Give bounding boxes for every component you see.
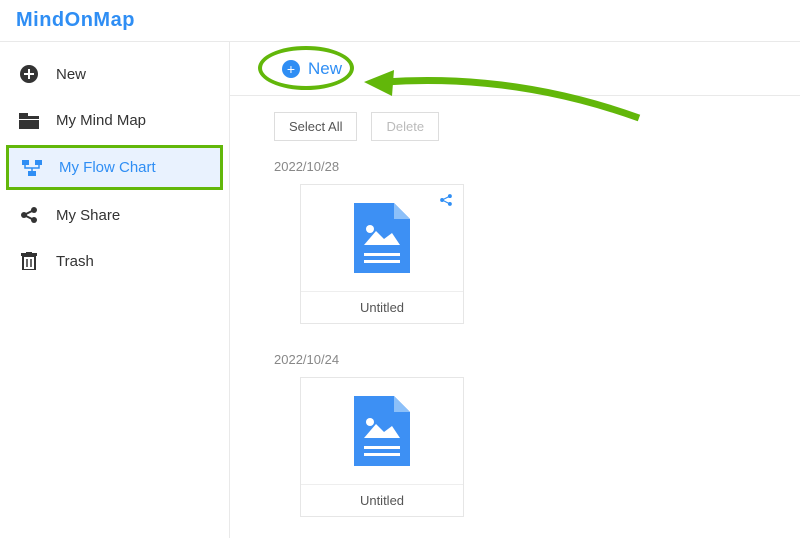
sidebar-item-flowchart[interactable]: My Flow Chart: [6, 145, 223, 190]
sidebar: New My Mind Map My Flow Chart My Share T: [0, 42, 230, 538]
main-top-bar: + New: [230, 42, 800, 96]
sidebar-item-mindmap[interactable]: My Mind Map: [0, 98, 229, 143]
app-header: MindOnMap: [0, 0, 800, 42]
trash-icon: [18, 252, 40, 270]
toolbar: Select All Delete: [230, 96, 800, 155]
file-card[interactable]: Untitled: [300, 377, 464, 517]
card-thumb: [301, 185, 463, 291]
document-icon: [354, 396, 410, 466]
sidebar-item-label: My Flow Chart: [59, 159, 156, 176]
card-row: Untitled: [230, 184, 800, 348]
app-layout: New My Mind Map My Flow Chart My Share T: [0, 42, 800, 538]
new-button[interactable]: + New: [274, 55, 350, 83]
card-title: Untitled: [301, 484, 463, 516]
sidebar-item-share[interactable]: My Share: [0, 192, 229, 238]
select-all-button[interactable]: Select All: [274, 112, 357, 141]
card-title: Untitled: [301, 291, 463, 323]
new-button-label: New: [308, 59, 342, 79]
card-row: Untitled: [230, 377, 800, 538]
sidebar-item-label: Trash: [56, 253, 94, 270]
card-thumb: [301, 378, 463, 484]
main-panel: + New Select All Delete 2022/10/28: [230, 42, 800, 538]
share-icon: [18, 206, 40, 224]
sidebar-item-label: My Share: [56, 207, 120, 224]
group-date: 2022/10/24: [230, 348, 800, 377]
file-card[interactable]: Untitled: [300, 184, 464, 324]
sidebar-item-label: My Mind Map: [56, 112, 146, 129]
delete-button[interactable]: Delete: [371, 112, 439, 141]
plus-icon: +: [282, 60, 300, 78]
sidebar-item-trash[interactable]: Trash: [0, 238, 229, 284]
share-icon[interactable]: [439, 193, 453, 212]
plus-circle-icon: [18, 64, 40, 84]
group-date: 2022/10/28: [230, 155, 800, 184]
sidebar-item-label: New: [56, 66, 86, 83]
sidebar-item-new[interactable]: New: [0, 50, 229, 98]
app-logo: MindOnMap: [16, 9, 135, 32]
flowchart-icon: [21, 160, 43, 176]
folder-icon: [18, 113, 40, 129]
document-icon: [354, 203, 410, 273]
